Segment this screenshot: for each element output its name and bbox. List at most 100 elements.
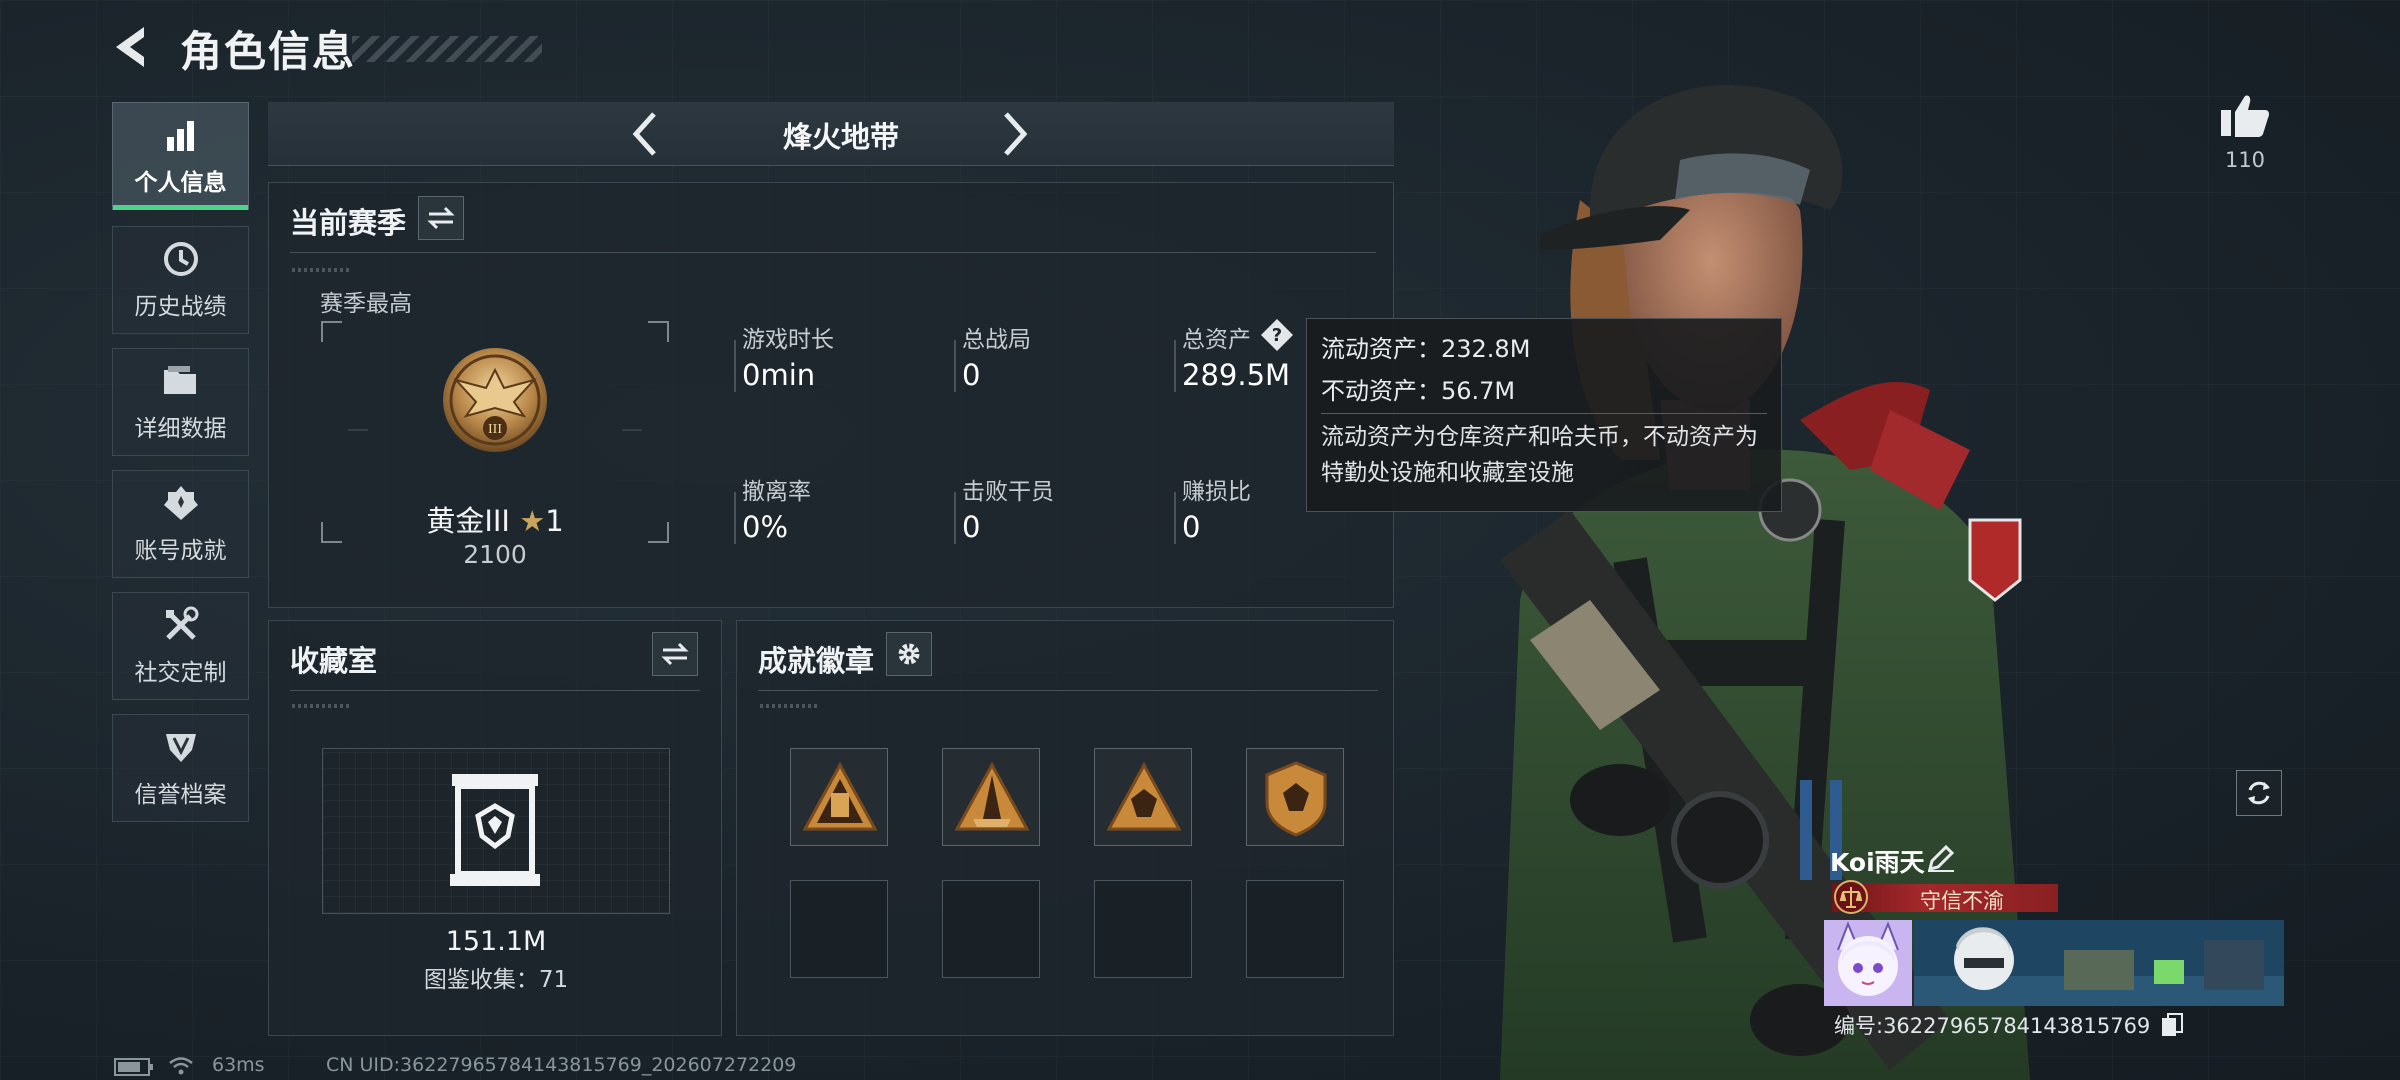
nav-item-reputation[interactable]: 信誉档案 (112, 714, 249, 822)
next-mode-button[interactable] (992, 110, 1038, 158)
tooltip-divider (1321, 413, 1767, 414)
stat-value-extract-rate: 0% (742, 510, 789, 544)
nav-label: 信誉档案 (134, 782, 227, 808)
reputation-shield-icon (161, 727, 201, 767)
decoration (292, 704, 350, 708)
stat-label-play-time: 游戏时长 (742, 327, 834, 353)
star-icon: ★ (519, 504, 546, 538)
page-title: 角色信息 (180, 27, 357, 76)
decoration (760, 704, 818, 708)
gear-icon (898, 643, 920, 665)
rank-name: 黄金III (426, 504, 510, 538)
stat-divider (1174, 340, 1176, 392)
stat-label-extract-rate: 撤离率 (742, 479, 811, 505)
season-switch-button[interactable] (418, 196, 464, 240)
stat-value-total-matches: 0 (962, 358, 981, 392)
badge-slot-empty[interactable] (1094, 880, 1192, 978)
catalog-count: 图鉴收集：71 (423, 967, 569, 993)
like-count: 110 (2224, 148, 2266, 172)
back-button[interactable] (108, 22, 158, 72)
tools-icon (161, 605, 201, 645)
like-button[interactable]: 110 (2210, 92, 2280, 172)
badge-slot[interactable] (790, 748, 888, 846)
copy-icon (2162, 1013, 2183, 1036)
stat-value-profit-ratio: 0 (1182, 510, 1201, 544)
badge-slot-empty[interactable] (942, 880, 1040, 978)
stat-label-total-assets: 总资产 (1182, 327, 1251, 353)
battery-icon (114, 1058, 153, 1076)
stat-value-total-assets: 289.5M (1182, 358, 1291, 392)
folder-icon (161, 361, 201, 401)
badge-slot[interactable] (1094, 748, 1192, 846)
nav-item-achievements[interactable]: 账号成就 (112, 470, 249, 578)
stat-label-operators-defeated: 击败干员 (962, 479, 1054, 505)
collection-title: 收藏室 (290, 644, 378, 678)
assets-explanation: 流动资产为仓库资产和哈夫币，不动资产为特勤处设施和收藏室设施 (1321, 424, 1758, 486)
stat-divider (734, 340, 736, 392)
season-title: 当前赛季 (290, 206, 407, 240)
badge-slot-empty[interactable] (790, 880, 888, 978)
nav-item-social-custom[interactable]: 社交定制 (112, 592, 249, 700)
nav-label: 详细数据 (134, 416, 227, 442)
player-title-badge[interactable]: 守信不渝 (1832, 880, 2058, 914)
triangle-gem-badge-icon (1106, 761, 1182, 831)
nav-label: 社交定制 (134, 660, 227, 686)
history-clock-icon (161, 239, 201, 279)
player-id: 编号:3622796578414381​5769 (1834, 1014, 2151, 1038)
badges-title: 成就徽章 (758, 644, 875, 678)
refresh-appearance-button[interactable] (2236, 770, 2282, 816)
nav-item-detail-data[interactable]: 详细数据 (112, 348, 249, 456)
mode-selector: 烽火地带 (268, 102, 1394, 166)
collection-value: 151.1M (445, 926, 547, 957)
thumbs-up-icon (2221, 95, 2269, 137)
triangle-vault-badge-icon (802, 761, 878, 831)
stat-divider (954, 340, 956, 392)
pencil-icon (1927, 844, 1955, 872)
svg-text:III: III (488, 422, 502, 437)
rank-stars: 1 (545, 504, 564, 538)
season-best-label: 赛季最高 (320, 291, 412, 317)
swap-icon (661, 642, 689, 666)
divider (758, 690, 1378, 691)
stat-divider (1174, 492, 1176, 544)
gold-rank-emblem-icon: III (443, 348, 547, 452)
stat-value-play-time: 0min (742, 358, 816, 392)
player-banner[interactable] (1914, 920, 2284, 1006)
ping: 63ms (212, 1054, 265, 1076)
rank-score: 2100 (463, 540, 527, 569)
edit-name-button[interactable] (1926, 843, 1956, 873)
vault-gem-icon (450, 774, 540, 886)
back-arrow-icon (116, 27, 144, 67)
svg-text:?: ? (1272, 325, 1282, 346)
nav-item-personal-info[interactable]: 个人信息 (112, 102, 249, 210)
uid-text: CN UID:3622796578414381​5769_20260727220… (326, 1054, 797, 1076)
chevron-right-icon (1004, 112, 1028, 156)
nav-item-history[interactable]: 历史战绩 (112, 226, 249, 334)
collection-switch-button[interactable] (652, 632, 698, 676)
swap-icon (427, 206, 455, 230)
badges-settings-button[interactable] (886, 632, 932, 676)
stat-divider (954, 492, 956, 544)
refresh-icon (2248, 781, 2270, 805)
player-title-text: 守信不渝 (1920, 889, 2004, 913)
assets-tooltip: 流动资产：232.8M 不动资产：56.7M 流动资产为仓库资产和哈夫币，不动资… (1306, 318, 1782, 512)
decoration (292, 268, 350, 272)
divider (290, 690, 700, 691)
wifi-icon (169, 1057, 193, 1075)
nav-label: 历史战绩 (134, 294, 227, 320)
stat-divider (734, 492, 736, 544)
nav-label: 账号成就 (134, 538, 227, 564)
bar-chart-icon (161, 115, 201, 155)
avatar[interactable] (1824, 920, 1912, 1006)
rank-line: 黄金III ★1 (320, 498, 670, 540)
triangle-rocket-badge-icon (954, 761, 1030, 831)
mode-title: 烽火地带 (782, 120, 899, 154)
stat-value-operators-defeated: 0 (962, 510, 981, 544)
copy-id-button[interactable] (2160, 1012, 2184, 1038)
title-decoration (352, 36, 542, 62)
assets-help-icon[interactable]: ? (1260, 318, 1294, 352)
stat-label-total-matches: 总战局 (962, 327, 1031, 353)
divider (290, 252, 1376, 253)
player-name: Koi雨天 (1830, 848, 1925, 877)
badge-slot[interactable] (942, 748, 1040, 846)
